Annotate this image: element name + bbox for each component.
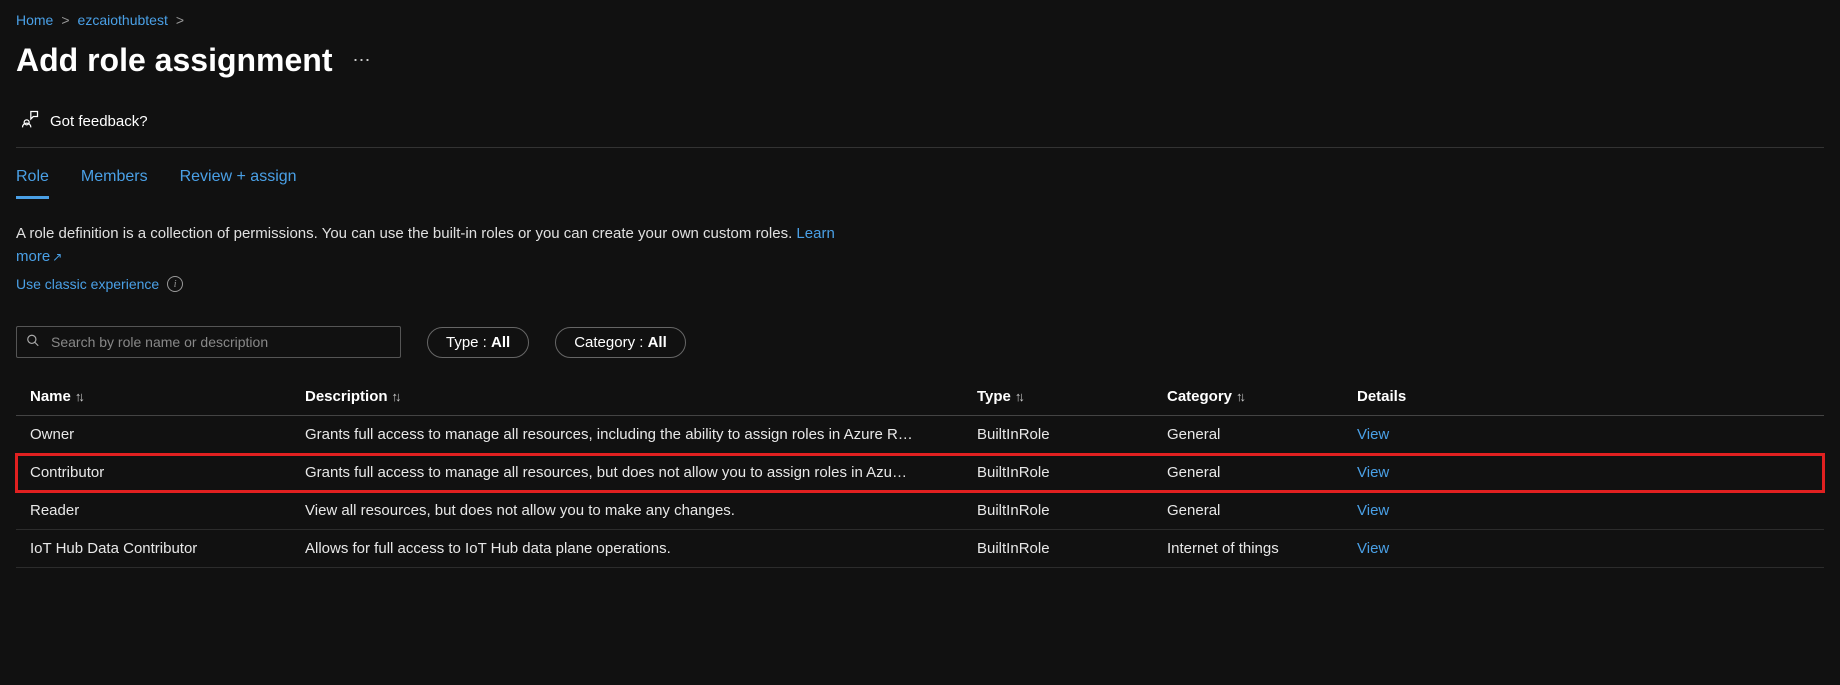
tab-review-assign[interactable]: Review + assign [180, 168, 297, 199]
sort-icon: ↑↓ [392, 389, 399, 404]
roles-table: Name↑↓ Description↑↓ Type↑↓ Category↑↓ D… [16, 378, 1824, 568]
cell-description: View all resources, but does not allow y… [305, 502, 977, 519]
filter-category-button[interactable]: Category : All [555, 327, 686, 358]
more-actions-button[interactable]: ⋯ [353, 50, 372, 71]
column-header-type[interactable]: Type↑↓ [977, 388, 1167, 405]
column-header-category[interactable]: Category↑↓ [1167, 388, 1357, 405]
person-feedback-icon [20, 109, 40, 133]
table-row[interactable]: Contributor Grants full access to manage… [16, 454, 1824, 492]
cell-type: BuiltInRole [977, 426, 1167, 443]
filter-type-button[interactable]: Type : All [427, 327, 529, 358]
table-row[interactable]: Owner Grants full access to manage all r… [16, 416, 1824, 454]
cell-category: General [1167, 464, 1357, 481]
breadcrumb-resource[interactable]: ezcaiothubtest [78, 12, 168, 28]
cell-type: BuiltInRole [977, 502, 1167, 519]
table-row[interactable]: IoT Hub Data Contributor Allows for full… [16, 530, 1824, 568]
cell-description: Grants full access to manage all resourc… [305, 426, 977, 443]
cell-type: BuiltInRole [977, 464, 1167, 481]
search-input[interactable] [16, 326, 401, 358]
cell-name: Contributor [30, 464, 305, 481]
breadcrumb: Home > ezcaiothubtest > [16, 8, 1824, 32]
cell-name: IoT Hub Data Contributor [30, 540, 305, 557]
cell-description: Allows for full access to IoT Hub data p… [305, 540, 977, 557]
column-header-details: Details [1357, 388, 1557, 405]
column-header-description[interactable]: Description↑↓ [305, 388, 977, 405]
view-link[interactable]: View [1357, 502, 1389, 519]
external-link-icon: ↗ [52, 250, 62, 264]
chevron-right-icon: > [176, 12, 184, 28]
cell-category: General [1167, 426, 1357, 443]
table-row[interactable]: Reader View all resources, but does not … [16, 492, 1824, 530]
view-link[interactable]: View [1357, 464, 1389, 481]
sort-icon: ↑↓ [75, 389, 82, 404]
cell-description: Grants full access to manage all resourc… [305, 464, 977, 481]
cell-name: Reader [30, 502, 305, 519]
tab-members[interactable]: Members [81, 168, 148, 199]
page-title: Add role assignment [16, 42, 333, 79]
sort-icon: ↑↓ [1015, 389, 1022, 404]
info-icon[interactable]: i [167, 276, 183, 292]
cell-category: General [1167, 502, 1357, 519]
view-link[interactable]: View [1357, 540, 1389, 557]
feedback-label: Got feedback? [50, 113, 148, 130]
cell-type: BuiltInRole [977, 540, 1167, 557]
cell-category: Internet of things [1167, 540, 1357, 557]
use-classic-link[interactable]: Use classic experience [16, 276, 159, 292]
cell-name: Owner [30, 426, 305, 443]
view-link[interactable]: View [1357, 426, 1389, 443]
search-icon [26, 334, 40, 351]
feedback-link[interactable]: Got feedback? [16, 99, 1824, 148]
role-description-text: A role definition is a collection of per… [16, 225, 796, 242]
chevron-right-icon: > [61, 12, 69, 28]
breadcrumb-home[interactable]: Home [16, 12, 53, 28]
sort-icon: ↑↓ [1236, 389, 1243, 404]
tabs: Role Members Review + assign [16, 148, 1824, 199]
column-header-name[interactable]: Name↑↓ [30, 388, 305, 405]
tab-role[interactable]: Role [16, 168, 49, 199]
